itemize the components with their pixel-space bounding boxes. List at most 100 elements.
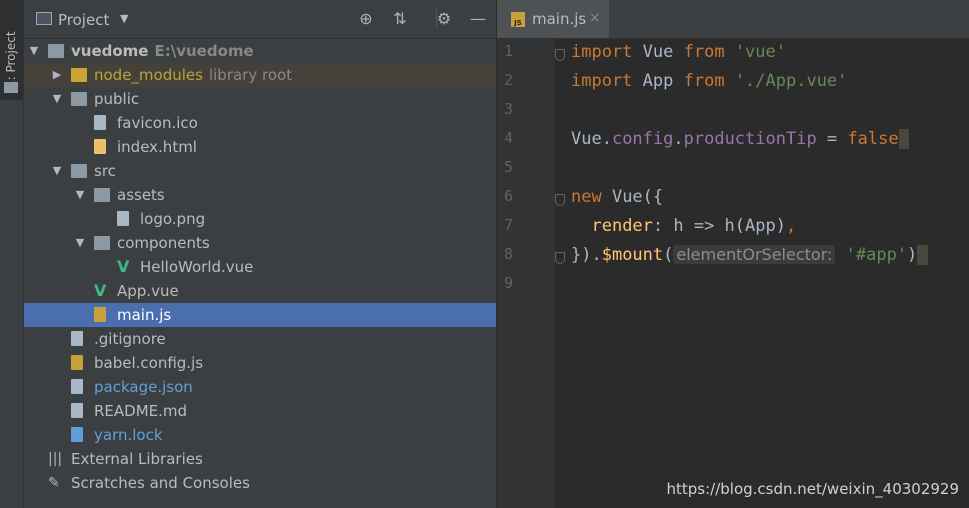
line-number: 1 <box>503 42 513 60</box>
tree-item-label: node_modules library root <box>94 66 293 84</box>
expand-arrow-icon[interactable]: ▼ <box>74 183 86 207</box>
locate-icon[interactable]: ⊕ <box>356 9 376 29</box>
tree-item-label: HelloWorld.vue <box>140 258 254 276</box>
parameter-hint: elementOrSelector: <box>673 245 836 264</box>
tree-item-external-libraries[interactable]: ||| External Libraries <box>24 447 496 471</box>
file-file-icon <box>71 331 83 346</box>
tree-item-label: logo.png <box>140 210 206 228</box>
code-token: Vue <box>632 42 684 62</box>
expand-arrow-icon[interactable]: ▼ <box>28 39 40 63</box>
line-number: 5 <box>503 158 513 176</box>
code-line: import App from './App.vue' <box>571 71 847 91</box>
tree-item-package-json[interactable]: package.json <box>24 375 496 399</box>
libraries-icon: ||| <box>48 451 63 467</box>
folder-icon <box>71 164 87 178</box>
tree-item-extra: library root <box>208 66 293 84</box>
tree-item-public[interactable]: ▼ public <box>24 87 496 111</box>
tree-item-label: .gitignore <box>94 330 166 348</box>
code-token: from <box>683 42 725 62</box>
tree-item-assets[interactable]: ▼ assets <box>24 183 496 207</box>
code-line: new Vue({ <box>571 187 663 207</box>
code-line: render: h => h(App), <box>571 216 796 236</box>
vue-file-icon: V <box>94 281 107 300</box>
tree-item-label: External Libraries <box>71 450 203 468</box>
tree-item-label: public <box>94 90 140 108</box>
tree-item-readme-md[interactable]: README.md <box>24 399 496 423</box>
minimize-icon[interactable]: — <box>468 9 488 29</box>
fold-marker-icon[interactable] <box>555 194 565 206</box>
tree-item-vuedome[interactable]: ▼ vuedome E:\vuedome <box>24 39 496 63</box>
project-view-icon <box>36 12 52 25</box>
tree-item-app-vue[interactable]: V App.vue <box>24 279 496 303</box>
tree-item-components[interactable]: ▼ components <box>24 231 496 255</box>
expand-arrow-icon[interactable]: ▼ <box>74 231 86 255</box>
line-number: 7 <box>503 216 513 234</box>
tree-item-main-js[interactable]: main.js <box>24 303 496 327</box>
tree-item-babel-config-js[interactable]: babel.config.js <box>24 351 496 375</box>
collapse-all-icon[interactable]: ⇅ <box>390 9 410 29</box>
code-line: Vue.config.productionTip = false <box>571 129 909 149</box>
code-token: : h => h(App) <box>652 216 786 236</box>
tree-item-scratches-and-consoles[interactable]: ✎ Scratches and Consoles <box>24 471 496 495</box>
code-token: Vue({ <box>601 187 664 207</box>
code-token: render <box>591 216 653 236</box>
folder-icon <box>4 82 18 93</box>
tree-item-src[interactable]: ▼ src <box>24 159 496 183</box>
fold-marker-icon[interactable] <box>555 252 565 264</box>
code-line: import Vue from 'vue' <box>571 42 786 62</box>
chevron-down-icon[interactable]: ▼ <box>120 12 128 25</box>
folder-icon <box>94 236 110 250</box>
code-token: ) <box>907 245 918 265</box>
tool-window-strip: 1: Project <box>0 0 24 508</box>
close-icon[interactable]: × <box>589 10 601 26</box>
editor-area: JS main.js × 1 2 3 4 5 6 7 8 9 import Vue from '… <box>497 0 969 508</box>
tree-item-extra: E:\vuedome <box>154 42 254 60</box>
tree-item-logo-png[interactable]: logo.png <box>24 207 496 231</box>
code-token: . <box>673 129 684 149</box>
tab-main-js[interactable]: JS main.js × <box>497 0 609 38</box>
tree-item-yarn-lock[interactable]: yarn.lock <box>24 423 496 447</box>
vue-file-icon: V <box>117 257 130 276</box>
code-token: }). <box>571 245 602 265</box>
code-token: './App.vue' <box>734 71 848 91</box>
file-file-icon <box>117 211 129 226</box>
tree-item-label: vuedome E:\vuedome <box>71 42 254 60</box>
file-file-icon <box>94 115 106 130</box>
fold-marker-icon[interactable] <box>555 49 565 61</box>
folder-icon <box>48 44 64 58</box>
tree-item-label: src <box>94 162 116 180</box>
code-token: import <box>571 71 633 91</box>
tree-item-label: Scratches and Consoles <box>71 474 250 492</box>
tree-item-label: favicon.ico <box>117 114 198 132</box>
line-number: 4 <box>503 129 513 147</box>
tree-item-node-modules[interactable]: ▶ node_modules library root <box>24 63 496 87</box>
html-file-icon <box>94 139 106 154</box>
tree-item-label: package.json <box>94 378 193 396</box>
code-token: new <box>571 187 602 207</box>
code-token <box>917 245 928 265</box>
code-token: $mount <box>601 245 664 265</box>
gear-icon[interactable]: ⚙ <box>434 9 454 29</box>
project-view-selector[interactable]: Project <box>58 11 109 29</box>
code-token: ( <box>663 245 674 265</box>
code-token <box>898 129 909 149</box>
collapse-arrow-icon[interactable]: ▶ <box>51 63 63 87</box>
project-panel-header: Project ▼ ⊕ ⇅ ⚙ — <box>24 0 496 39</box>
expand-arrow-icon[interactable]: ▼ <box>51 87 63 111</box>
tree-item-favicon-ico[interactable]: favicon.ico <box>24 111 496 135</box>
expand-arrow-icon[interactable]: ▼ <box>51 159 63 183</box>
tree-item-gitignore[interactable]: .gitignore <box>24 327 496 351</box>
tree-item-helloworld-vue[interactable]: V HelloWorld.vue <box>24 255 496 279</box>
tree-item-label: yarn.lock <box>94 426 163 444</box>
tree-item-label: App.vue <box>117 282 179 300</box>
tree-item-index-html[interactable]: index.html <box>24 135 496 159</box>
code-token: App <box>632 71 684 91</box>
md-file-icon <box>71 403 83 418</box>
line-number: 9 <box>503 274 513 292</box>
tree-item-label: index.html <box>117 138 197 156</box>
tab-label: main.js <box>532 10 587 28</box>
code-token: '#app' <box>845 245 908 265</box>
code-token: import <box>571 42 633 62</box>
